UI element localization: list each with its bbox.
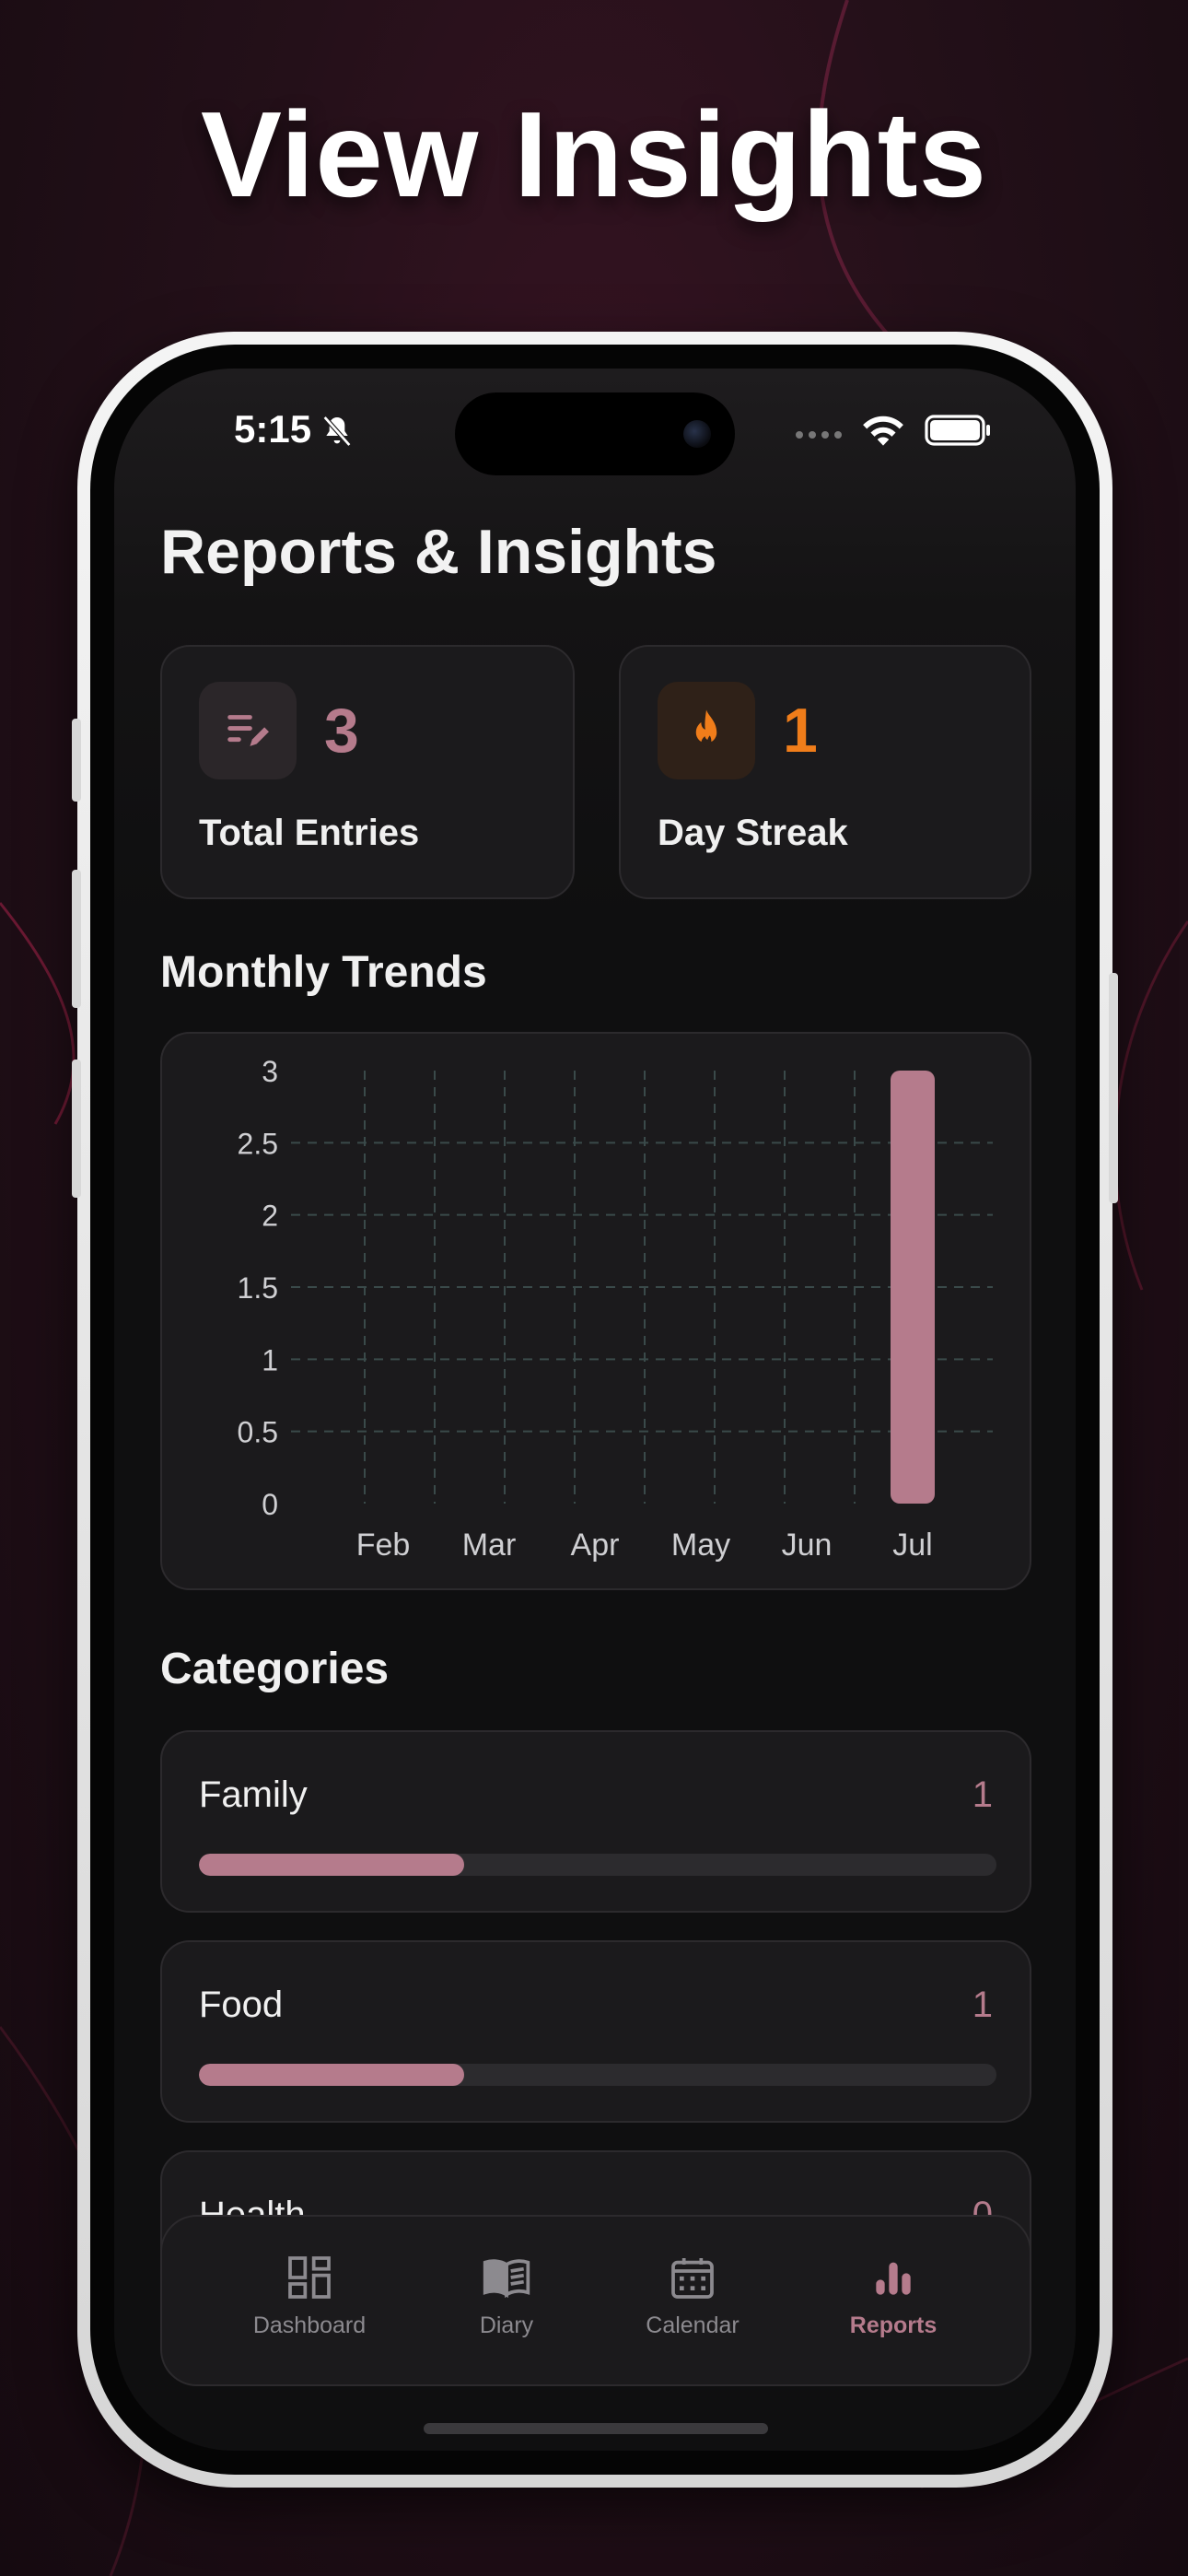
category-count: 1 xyxy=(972,1774,993,1815)
monthly-trends-chart: 0 0.5 1 1.5 2 2.5 3 Feb Mar Apr May Jun Jul xyxy=(238,1055,993,1563)
y-tick-label: 2.5 xyxy=(238,1127,278,1160)
x-tick-label: Apr xyxy=(571,1528,620,1563)
y-tick-label: 1 xyxy=(262,1343,278,1376)
book-icon xyxy=(483,2259,530,2299)
total-entries-value: 3 xyxy=(324,696,359,766)
phone-volume-up-button xyxy=(72,870,81,1008)
bar-chart-icon xyxy=(876,2262,911,2295)
monthly-trends-chart-card: 0 0.5 1 1.5 2 2.5 3 Feb Mar Apr May Jun Jul xyxy=(160,1032,1031,1590)
app-screen: 5:15 Reports & Insights 3 Total Entries xyxy=(114,369,1076,2451)
category-progress-track xyxy=(199,1854,996,1876)
tab-label: Calendar xyxy=(646,2313,740,2338)
y-tick-label: 1.5 xyxy=(238,1271,278,1305)
calendar-icon xyxy=(671,2258,714,2299)
tab-dashboard[interactable]: Dashboard xyxy=(217,2252,402,2339)
battery-icon xyxy=(925,415,990,446)
phone-action-button xyxy=(72,719,81,802)
category-name: Food xyxy=(199,1985,284,2025)
tab-calendar[interactable]: Calendar xyxy=(600,2252,785,2339)
x-tick-label: May xyxy=(671,1528,730,1563)
page-title: Reports & Insights xyxy=(160,517,717,587)
category-progress-fill xyxy=(199,2064,465,2086)
phone-power-button xyxy=(1109,973,1118,1203)
x-tick-label: Jul xyxy=(892,1528,932,1563)
edit-note-icon xyxy=(199,682,297,779)
wifi-icon xyxy=(863,416,903,446)
phone-volume-down-button xyxy=(72,1060,81,1198)
y-tick-label: 3 xyxy=(262,1055,278,1088)
status-time: 5:15 xyxy=(234,407,312,451)
bottom-tab-bar: Dashboard Diary Calendar Reports xyxy=(160,2215,1031,2386)
dashboard-icon xyxy=(288,2256,331,2299)
home-indicator xyxy=(424,2423,768,2434)
monthly-trends-heading: Monthly Trends xyxy=(160,948,487,997)
tab-label: Dashboard xyxy=(252,2313,367,2338)
tab-label: Diary xyxy=(479,2313,534,2338)
category-count: 1 xyxy=(972,1985,993,2025)
day-streak-card: 1 Day Streak xyxy=(619,645,1031,899)
x-tick-label: Jun xyxy=(782,1528,833,1563)
x-tick-label: Feb xyxy=(356,1528,411,1563)
day-streak-label: Day Streak xyxy=(658,813,848,853)
category-card-food[interactable]: Food 1 xyxy=(160,1940,1031,2123)
signal-dots-icon xyxy=(796,431,842,439)
dynamic-island xyxy=(455,392,735,475)
total-entries-label: Total Entries xyxy=(199,813,420,853)
y-tick-label: 0.5 xyxy=(238,1416,278,1449)
tab-label: Reports xyxy=(849,2313,938,2338)
chart-bar xyxy=(891,1071,935,1504)
promo-title: View Insights xyxy=(200,87,988,222)
categories-heading: Categories xyxy=(160,1645,390,1693)
category-name: Family xyxy=(199,1774,308,1815)
y-tick-label: 2 xyxy=(262,1200,278,1233)
y-tick-label: 0 xyxy=(262,1488,278,1521)
bell-muted-icon xyxy=(322,416,352,447)
category-card-family[interactable]: Family 1 xyxy=(160,1730,1031,1913)
category-progress-track xyxy=(199,2064,996,2086)
category-progress-fill xyxy=(199,1854,465,1876)
total-entries-card: 3 Total Entries xyxy=(160,645,575,899)
flame-icon xyxy=(658,682,755,779)
tab-diary[interactable]: Diary xyxy=(414,2252,599,2339)
day-streak-value: 1 xyxy=(783,696,818,766)
x-tick-label: Mar xyxy=(462,1528,517,1563)
tab-reports[interactable]: Reports xyxy=(801,2252,985,2339)
